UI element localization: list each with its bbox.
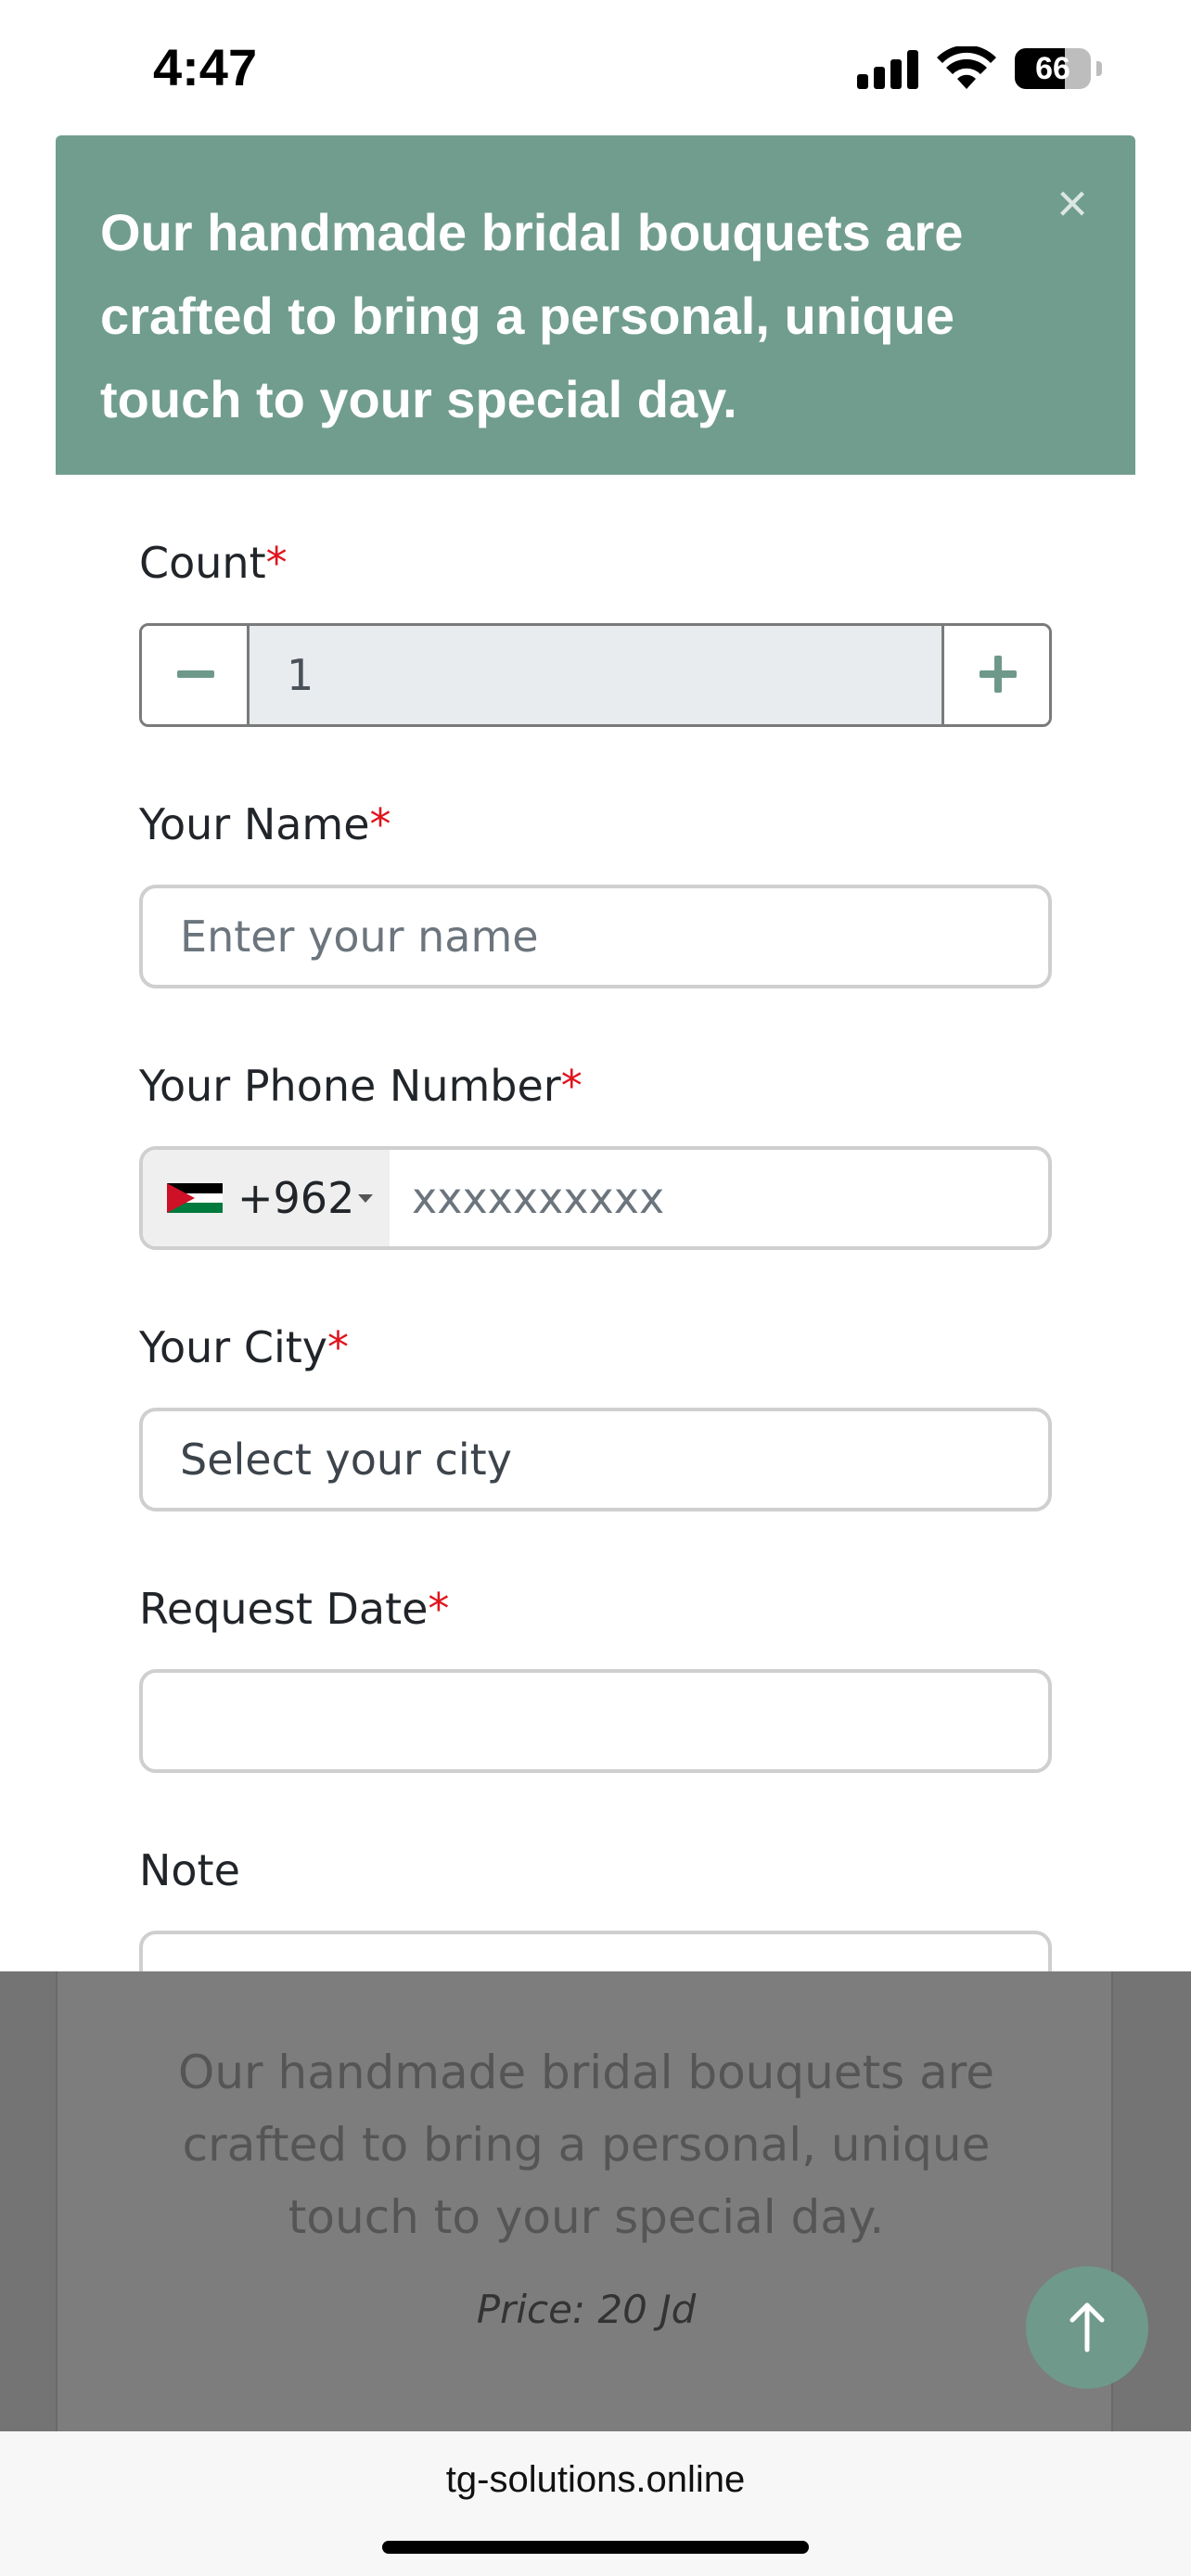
battery-percent: 66 (1035, 51, 1070, 86)
battery-tip (1096, 61, 1102, 76)
request-date-label: Request Date* (139, 1584, 450, 1634)
phone-label: Your Phone Number* (139, 1061, 583, 1111)
caret-down-icon (358, 1194, 373, 1203)
status-bar: 4:47 66 (0, 0, 1191, 130)
name-input[interactable]: Enter your name (139, 885, 1052, 988)
phone-field: +962 xxxxxxxxxx (139, 1146, 1052, 1250)
jordan-flag-icon (167, 1183, 223, 1213)
dial-code: +962 (237, 1173, 355, 1223)
url-text[interactable]: tg-solutions.online (0, 2459, 1191, 2501)
increment-button[interactable] (941, 626, 1049, 724)
country-code-selector[interactable]: +962 (143, 1150, 390, 1246)
minus-icon (177, 670, 214, 678)
banner-message: Our handmade bridal bouquets are crafted… (100, 203, 964, 428)
count-label: Count* (139, 538, 288, 588)
page: 4:47 66 Our handmade bridal bouquets are… (0, 0, 1191, 2576)
city-select-value: Select your city (180, 1435, 512, 1485)
count-stepper: 1 (139, 623, 1052, 727)
close-icon[interactable]: × (1046, 177, 1098, 231)
browser-address-bar: tg-solutions.online (0, 2431, 1191, 2576)
battery-icon: 66 (1015, 48, 1091, 89)
arrow-up-icon (1069, 2302, 1105, 2353)
name-label: Your Name* (139, 799, 391, 849)
wifi-icon (937, 46, 996, 89)
signal-icon (857, 50, 918, 89)
note-label: Note (139, 1845, 240, 1895)
info-banner: Our handmade bridal bouquets are crafted… (56, 135, 1135, 475)
product-price: Price: 20 Jd (476, 2287, 697, 2332)
phone-input[interactable]: xxxxxxxxxx (412, 1150, 664, 1246)
home-indicator (382, 2541, 809, 2554)
product-card: Our handmade bridal bouquets are crafted… (56, 1971, 1113, 2431)
scroll-to-top-button[interactable] (1026, 2266, 1148, 2389)
product-overlay: Our handmade bridal bouquets are crafted… (0, 1971, 1191, 2431)
name-placeholder: Enter your name (180, 912, 539, 962)
decrement-button[interactable] (142, 626, 250, 724)
city-select[interactable]: Select your city (139, 1408, 1052, 1511)
status-time: 4:47 (153, 38, 258, 96)
city-label: Your City* (139, 1322, 349, 1372)
product-description: Our handmade bridal bouquets are crafted… (178, 2046, 994, 2244)
count-input[interactable]: 1 (250, 626, 941, 724)
request-date-input[interactable] (139, 1669, 1052, 1773)
